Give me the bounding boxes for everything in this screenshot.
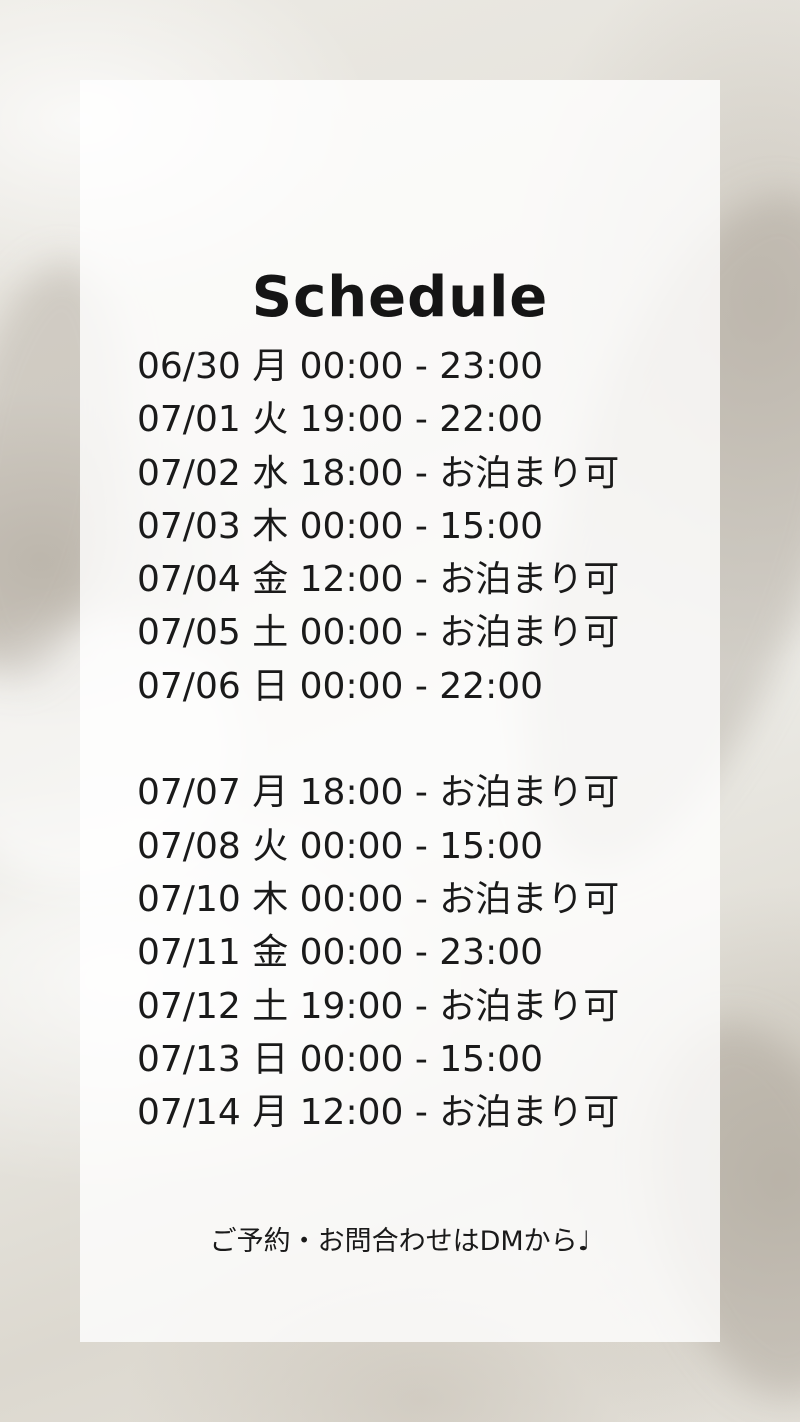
week-separator: [137, 713, 697, 766]
schedule-list: 06/30 月 00:00 - 23:00 07/01 火 19:00 - 22…: [137, 340, 697, 1139]
schedule-row: 06/30 月 00:00 - 23:00: [137, 346, 544, 387]
schedule-row: 07/07 月 18:00 - お泊まり可: [137, 772, 620, 814]
page-background: Schedule 06/30 月 00:00 - 23:00 07/01 火 1…: [0, 0, 800, 1422]
page-title: Schedule: [251, 265, 549, 330]
schedule-row: 07/06 日 00:00 - 22:00: [137, 665, 544, 707]
schedule-row: 07/01 火 19:00 - 22:00: [137, 399, 544, 441]
schedule-row: 07/12 土 19:00 - お泊まり可: [137, 985, 620, 1027]
contact-note: ご予約・お問合わせはDMから♩: [209, 1226, 591, 1257]
schedule-row: 07/02 水 18:00 - お泊まり可: [137, 452, 620, 494]
schedule-row: 07/14 月 12:00 - お泊まり可: [137, 1092, 620, 1134]
schedule-row: 07/13 日 00:00 - 15:00: [137, 1038, 544, 1080]
schedule-row: 07/04 金 12:00 - お泊まり可: [137, 559, 620, 601]
schedule-row: 07/03 木 00:00 - 15:00: [137, 505, 544, 547]
schedule-row: 07/11 金 00:00 - 23:00: [137, 932, 544, 974]
schedule-row: 07/05 土 00:00 - お泊まり可: [137, 612, 620, 654]
schedule-row: 07/08 火 00:00 - 15:00: [137, 825, 544, 867]
schedule-card: Schedule 06/30 月 00:00 - 23:00 07/01 火 1…: [80, 80, 720, 1342]
schedule-row: 07/10 木 00:00 - お泊まり可: [137, 878, 620, 920]
